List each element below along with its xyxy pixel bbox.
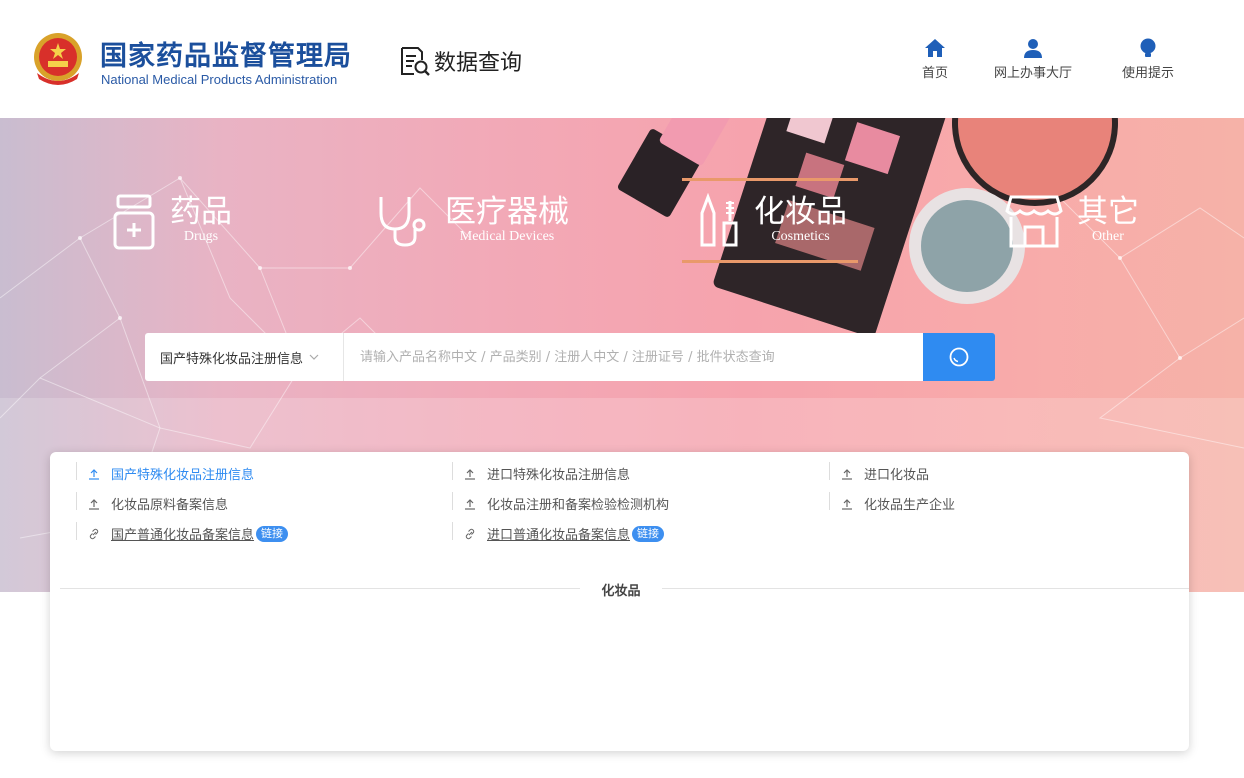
upload-icon [842, 468, 852, 480]
search-category-select[interactable]: 国产特殊化妆品注册信息 [145, 333, 344, 381]
link-label[interactable]: 进口特殊化妆品注册信息 [487, 464, 630, 483]
search-category-selected: 国产特殊化妆品注册信息 [160, 351, 304, 367]
link-cosmetics-manufacturers[interactable]: 化妆品生产企业 [829, 492, 955, 513]
category-medical-devices-en: Medical Devices [459, 229, 555, 244]
nav-usage-tips[interactable]: 使用提示 [1122, 38, 1174, 81]
link-domestic-ordinary-cosmetics-filing[interactable]: 国产普通化妆品备案信息 链接 [76, 522, 289, 543]
document-search-icon [401, 47, 430, 76]
link-cosmetic-raw-materials-filing[interactable]: 化妆品原料备案信息 [76, 492, 228, 513]
search-bar: 国产特殊化妆品注册信息 [145, 333, 995, 381]
link-label[interactable]: 国产特殊化妆品注册信息 [111, 464, 254, 483]
link-imported-special-cosmetics-registration[interactable]: 进口特殊化妆品注册信息 [452, 462, 630, 483]
user-icon [1024, 39, 1042, 58]
upload-icon [89, 468, 99, 480]
external-link-badge: 链接 [632, 525, 665, 542]
org-name-en[interactable]: National Medical Products Administration [101, 72, 337, 87]
org-name-cn[interactable]: 国家药品监督管理局 [100, 34, 352, 73]
category-drugs-en: Drugs [183, 229, 219, 244]
link-label[interactable]: 国产普通化妆品备案信息 [111, 524, 254, 543]
nav-usage-tips-label[interactable]: 使用提示 [1122, 62, 1174, 81]
upload-icon [89, 498, 99, 510]
site-header: 国家药品监督管理局 National Medical Products Admi… [0, 0, 1244, 118]
link-separator [76, 522, 77, 540]
category-medical-devices[interactable]: 医疗器械 Medical Devices [375, 193, 569, 249]
category-drugs[interactable]: 药品 Drugs [112, 193, 232, 251]
link-icon [465, 528, 475, 539]
cosmetics-icon [700, 193, 738, 247]
category-cosmetics[interactable]: 化妆品 Cosmetics [698, 193, 847, 249]
link-separator [452, 462, 453, 480]
link-label[interactable]: 化妆品原料备案信息 [111, 494, 228, 513]
active-category-bottom-bar [682, 260, 858, 263]
search-button[interactable] [923, 333, 995, 381]
upload-icon [465, 498, 475, 510]
nav-online-service-hall[interactable]: 网上办事大厅 [994, 38, 1072, 81]
link-separator [76, 492, 77, 510]
category-other-cn: 其它 [1077, 194, 1139, 230]
chevron-down-icon [309, 354, 319, 360]
link-separator [76, 462, 77, 480]
nav-online-service-hall-label[interactable]: 网上办事大厅 [994, 62, 1072, 81]
link-separator [829, 462, 830, 480]
link-separator [452, 522, 453, 540]
link-separator [452, 492, 453, 510]
nav-home-label[interactable]: 首页 [922, 62, 948, 81]
upload-icon [842, 498, 852, 510]
data-query-title: 数据查询 [398, 44, 522, 78]
upload-icon [465, 468, 475, 480]
category-medical-devices-cn: 医疗器械 [445, 194, 569, 230]
search-input[interactable] [344, 333, 923, 381]
section-title: 数据查询 [434, 51, 523, 76]
category-other-en: Other [1092, 229, 1124, 244]
lightbulb-icon [1140, 38, 1156, 57]
category-cosmetics-cn: 化妆品 [754, 194, 847, 230]
category-other[interactable]: 其它 Other [1005, 193, 1139, 249]
link-label[interactable]: 化妆品注册和备案检验检测机构 [487, 494, 669, 513]
link-label[interactable]: 进口化妆品 [864, 464, 929, 483]
home-icon [925, 39, 945, 57]
shop-icon [1005, 195, 1063, 248]
link-testing-institutions[interactable]: 化妆品注册和备案检验检测机构 [452, 492, 669, 513]
link-domestic-special-cosmetics-registration[interactable]: 国产特殊化妆品注册信息 [76, 462, 254, 483]
link-separator [829, 492, 830, 510]
search-icon [949, 347, 969, 367]
external-link-badge: 链接 [256, 525, 289, 542]
link-icon [89, 528, 99, 539]
active-category-top-bar [682, 178, 858, 181]
stethoscope-icon [379, 197, 426, 247]
link-imported-ordinary-cosmetics-filing[interactable]: 进口普通化妆品备案信息 链接 [452, 522, 665, 543]
cosmetics-link-panel: 国产特殊化妆品注册信息 进口特殊化妆品注册信息 进口化妆品 化妆品原料备案信息 … [50, 452, 1189, 751]
national-emblem-icon [34, 33, 82, 85]
link-label[interactable]: 进口普通化妆品备案信息 [487, 524, 630, 543]
nav-home[interactable]: 首页 [922, 38, 948, 81]
category-drugs-cn: 药品 [170, 194, 232, 230]
medicine-bottle-icon [113, 194, 155, 250]
section-label: 化妆品 [580, 580, 662, 599]
category-cosmetics-en: Cosmetics [771, 229, 830, 244]
link-label[interactable]: 化妆品生产企业 [864, 494, 955, 513]
link-imported-cosmetics[interactable]: 进口化妆品 [829, 462, 929, 483]
